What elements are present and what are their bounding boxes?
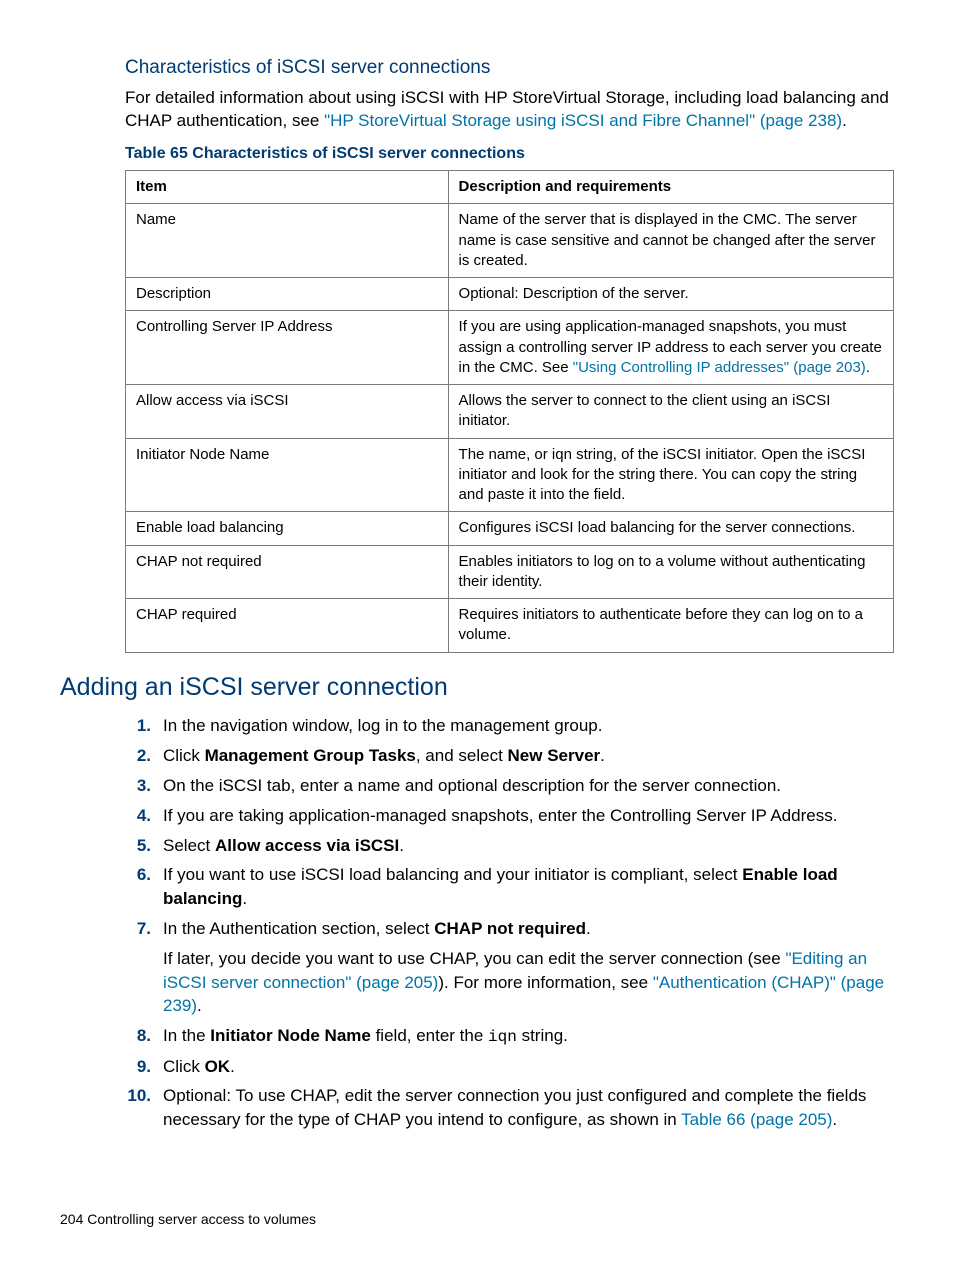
table-row: CHAP not required Enables initiators to …: [126, 545, 894, 599]
step-text: .: [586, 919, 591, 938]
step-text: If later, you decide you want to use CHA…: [163, 949, 785, 968]
table-cell-item: Initiator Node Name: [126, 438, 449, 512]
step-number: 8.: [125, 1024, 151, 1048]
step-text: .: [832, 1110, 837, 1129]
step-text: In the: [163, 1026, 210, 1045]
table-row: Initiator Node Name The name, or iqn str…: [126, 438, 894, 512]
step-text: .: [399, 836, 404, 855]
list-item: 8. In the Initiator Node Name field, ent…: [125, 1024, 894, 1048]
step-text: Select: [163, 836, 215, 855]
intro-paragraph: For detailed information about using iSC…: [125, 87, 894, 133]
step-text: On the iSCSI tab, enter a name and optio…: [163, 776, 781, 795]
table-row: Description Optional: Description of the…: [126, 278, 894, 311]
cell-text-post: .: [866, 359, 870, 376]
step-text: .: [600, 746, 605, 765]
table-cell-item: Name: [126, 204, 449, 278]
list-item: 10. Optional: To use CHAP, edit the serv…: [125, 1084, 894, 1132]
table-row: Enable load balancing Configures iSCSI l…: [126, 512, 894, 545]
table-cell-desc: Optional: Description of the server.: [448, 278, 893, 311]
list-item: 4. If you are taking application-managed…: [125, 804, 894, 828]
table-cell-item: Enable load balancing: [126, 512, 449, 545]
code-text: iqn: [488, 1028, 517, 1046]
step-text: .: [242, 889, 247, 908]
list-item: 7. In the Authentication section, select…: [125, 917, 894, 1018]
step-number: 3.: [125, 774, 151, 798]
link-table-66[interactable]: Table 66 (page 205): [681, 1110, 832, 1129]
table-cell-item: Description: [126, 278, 449, 311]
ui-label: OK: [205, 1057, 231, 1076]
step-text: In the navigation window, log in to the …: [163, 716, 602, 735]
footer-title: Controlling server access to volumes: [87, 1211, 316, 1227]
step-number: 10.: [125, 1084, 151, 1108]
step-text: Click: [163, 746, 205, 765]
list-item: 6. If you want to use iSCSI load balanci…: [125, 863, 894, 911]
table-cell-desc: Enables initiators to log on to a volume…: [448, 545, 893, 599]
table-cell-item: CHAP not required: [126, 545, 449, 599]
step-number: 2.: [125, 744, 151, 768]
table-row: Controlling Server IP Address If you are…: [126, 311, 894, 385]
list-item: 1. In the navigation window, log in to t…: [125, 714, 894, 738]
step-text: .: [230, 1057, 235, 1076]
step-text: ). For more information, see: [438, 973, 652, 992]
table-cell-item: Controlling Server IP Address: [126, 311, 449, 385]
step-number: 1.: [125, 714, 151, 738]
characteristics-table: Item Description and requirements Name N…: [125, 170, 894, 653]
table-cell-desc: If you are using application-managed sna…: [448, 311, 893, 385]
step-number: 5.: [125, 834, 151, 858]
table-row: Name Name of the server that is displaye…: [126, 204, 894, 278]
step-text: , and select: [416, 746, 508, 765]
step-text: field, enter the: [371, 1026, 488, 1045]
ui-label: New Server: [508, 746, 601, 765]
table-cell-desc: Requires initiators to authenticate befo…: [448, 599, 893, 653]
heading-adding: Adding an iSCSI server connection: [60, 671, 894, 705]
link-storage-guide[interactable]: "HP StoreVirtual Storage using iSCSI and…: [324, 111, 842, 130]
page-number: 204: [60, 1211, 83, 1227]
table-row: Allow access via iSCSI Allows the server…: [126, 385, 894, 439]
table-row: CHAP required Requires initiators to aut…: [126, 599, 894, 653]
step-text: If you are taking application-managed sn…: [163, 806, 837, 825]
list-item: 3. On the iSCSI tab, enter a name and op…: [125, 774, 894, 798]
page-footer: 204 Controlling server access to volumes: [60, 1210, 316, 1229]
table-cell-desc: Configures iSCSI load balancing for the …: [448, 512, 893, 545]
list-item: 5. Select Allow access via iSCSI.: [125, 834, 894, 858]
table-cell-desc: Allows the server to connect to the clie…: [448, 385, 893, 439]
step-number: 7.: [125, 917, 151, 941]
intro-text-post: .: [842, 111, 847, 130]
table-cell-desc: The name, or iqn string, of the iSCSI in…: [448, 438, 893, 512]
step-number: 6.: [125, 863, 151, 887]
steps-list: 1. In the navigation window, log in to t…: [125, 714, 894, 1132]
step-text: string.: [517, 1026, 568, 1045]
ui-label: Allow access via iSCSI: [215, 836, 399, 855]
step-text: In the Authentication section, select: [163, 919, 434, 938]
list-item: 2. Click Management Group Tasks, and sel…: [125, 744, 894, 768]
step-subtext: If later, you decide you want to use CHA…: [163, 947, 894, 1018]
table-cell-desc: Name of the server that is displayed in …: [448, 204, 893, 278]
table-caption: Table 65 Characteristics of iSCSI server…: [125, 143, 894, 165]
step-text: If you want to use iSCSI load balancing …: [163, 865, 742, 884]
step-number: 4.: [125, 804, 151, 828]
table-header-item: Item: [126, 171, 449, 204]
step-text: .: [197, 996, 202, 1015]
ui-label: Initiator Node Name: [210, 1026, 371, 1045]
heading-characteristics: Characteristics of iSCSI server connecti…: [125, 55, 894, 81]
table-header-desc: Description and requirements: [448, 171, 893, 204]
link-controlling-ip[interactable]: "Using Controlling IP addresses" (page 2…: [573, 359, 866, 376]
list-item: 9. Click OK.: [125, 1055, 894, 1079]
ui-label: Management Group Tasks: [205, 746, 416, 765]
table-cell-item: Allow access via iSCSI: [126, 385, 449, 439]
ui-label: CHAP not required: [434, 919, 586, 938]
step-text: Click: [163, 1057, 205, 1076]
step-number: 9.: [125, 1055, 151, 1079]
table-cell-item: CHAP required: [126, 599, 449, 653]
